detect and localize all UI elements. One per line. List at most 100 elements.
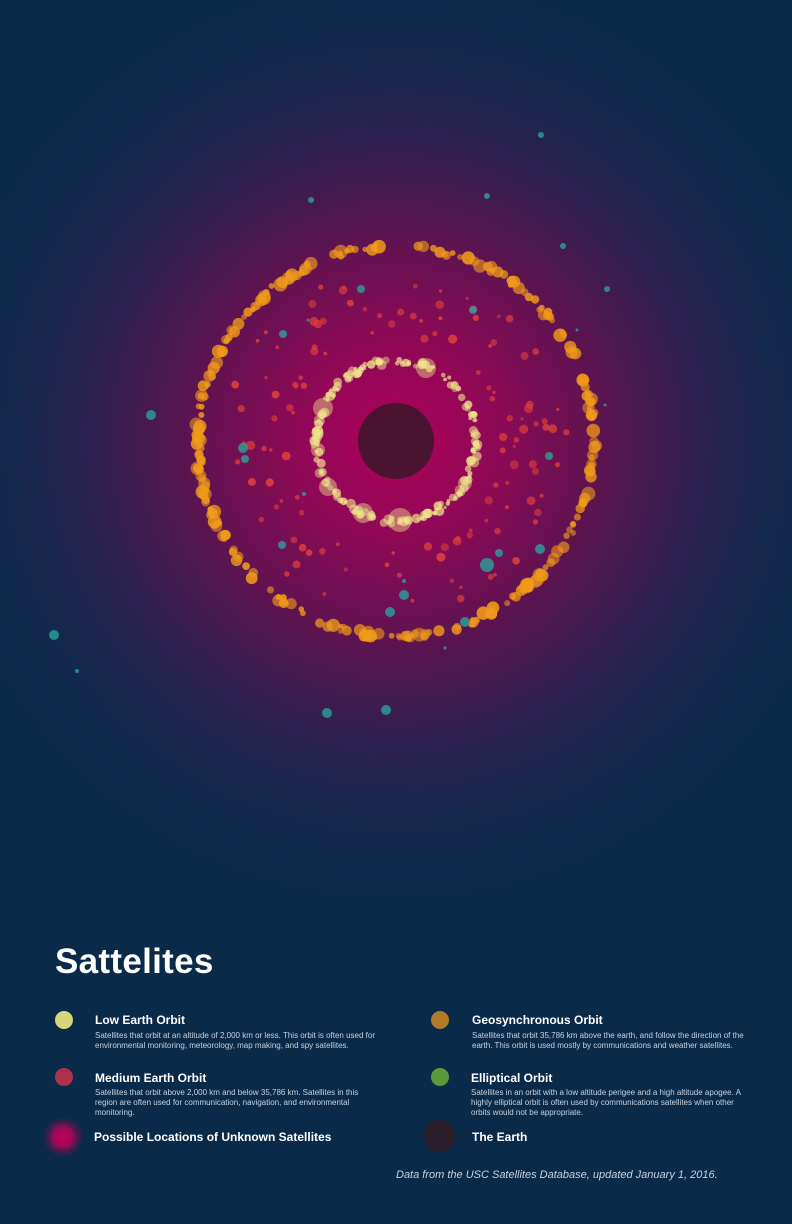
geo-satellite: [485, 607, 498, 620]
meo-satellite: [519, 424, 529, 434]
meo-satellite: [505, 505, 509, 510]
elliptical-satellite: [322, 708, 332, 718]
meo-satellite: [412, 283, 418, 289]
leo-satellite: [353, 503, 373, 523]
geo-satellite: [329, 249, 339, 259]
meo-satellite: [432, 331, 438, 337]
legend-label-unknown: Possible Locations of Unknown Satellites: [94, 1130, 332, 1144]
geo-satellite: [292, 270, 302, 281]
geo-satellite: [216, 345, 228, 357]
meo-satellite: [377, 313, 383, 319]
geo-satellite: [412, 627, 427, 642]
leo-satellite: [454, 491, 461, 499]
leo-satellite: [358, 366, 363, 371]
geo-satellite: [220, 530, 231, 541]
meo-satellite: [548, 424, 558, 434]
geo-satellite: [499, 270, 509, 279]
geo-satellite: [586, 397, 596, 407]
meo-satellite: [494, 528, 501, 535]
geo-satellite: [262, 289, 270, 296]
leo-satellite: [346, 498, 356, 509]
meo-satellite: [286, 404, 294, 412]
leo-satellite: [375, 357, 384, 366]
legend-label-earth: The Earth: [472, 1130, 528, 1144]
elliptical-satellite: [469, 306, 477, 314]
meo-satellite: [505, 314, 514, 323]
meo-swatch: [55, 1068, 73, 1086]
meo-satellite: [258, 516, 265, 523]
geo-satellite: [557, 541, 570, 554]
geo-satellite: [366, 243, 379, 256]
geo-satellite: [468, 617, 479, 628]
meo-satellite: [438, 316, 443, 321]
leo-satellite: [468, 426, 478, 435]
geo-satellite: [566, 526, 573, 534]
elliptical-satellite: [279, 330, 287, 338]
meo-satellite: [496, 314, 501, 319]
geo-satellite: [242, 562, 251, 570]
geo-satellite: [226, 325, 237, 336]
geo-satellite: [362, 625, 375, 639]
meo-satellite: [310, 347, 319, 356]
elliptical-satellite: [49, 630, 59, 640]
meo-satellite: [475, 370, 481, 375]
geo-satellite: [565, 346, 578, 359]
geo-satellite: [196, 455, 206, 465]
meo-satellite: [269, 448, 273, 452]
elliptical-satellite: [146, 410, 156, 420]
meo-satellite: [532, 348, 539, 355]
geo-satellite: [255, 294, 268, 307]
meo-satellite: [466, 532, 473, 539]
geo-satellite: [197, 392, 205, 400]
meo-satellite: [435, 300, 445, 310]
meo-satellite: [456, 594, 465, 603]
geo-satellite: [530, 295, 540, 304]
leo-satellite: [312, 426, 319, 434]
meo-satellite: [255, 338, 260, 343]
leo-satellite: [379, 518, 388, 527]
legend-label-leo: Low Earth Orbit: [95, 1013, 185, 1027]
leo-satellite: [440, 372, 446, 378]
meo-satellite: [235, 459, 241, 465]
geo-satellite: [285, 598, 297, 610]
meo-satellite: [420, 334, 429, 343]
meo-satellite: [539, 493, 544, 498]
meo-satellite: [512, 444, 517, 448]
elliptical-satellite: [560, 243, 566, 249]
meo-satellite: [520, 417, 524, 421]
meo-satellite: [490, 339, 498, 346]
leo-satellite: [345, 370, 354, 379]
geo-satellite: [433, 625, 445, 637]
geo-satellite: [461, 251, 475, 265]
meo-satellite: [370, 331, 374, 335]
geo-satellite: [216, 520, 223, 526]
meo-satellite: [391, 551, 395, 555]
meo-satellite: [541, 418, 548, 425]
elliptical-satellite: [443, 646, 447, 650]
geo-satellite: [195, 403, 202, 410]
meo-satellite: [298, 543, 307, 552]
meo-satellite: [487, 574, 494, 580]
leo-satellite: [433, 511, 438, 516]
meo-satellite: [292, 560, 301, 569]
meo-satellite: [247, 477, 256, 486]
geo-satellite: [250, 306, 256, 312]
meo-satellite: [532, 519, 539, 525]
elliptical-satellite: [385, 607, 395, 617]
elliptical-satellite: [545, 452, 553, 460]
elliptical-satellite: [302, 492, 306, 496]
leo-swatch: [55, 1011, 73, 1029]
meo-satellite: [526, 496, 536, 506]
geo-satellite: [273, 277, 288, 292]
geo-satellite: [326, 618, 340, 632]
geo-satellite: [536, 306, 543, 313]
leo-satellite: [353, 366, 358, 371]
meo-satellite: [290, 536, 298, 544]
legend-label-geo: Geosynchronous Orbit: [472, 1013, 603, 1027]
geo-satellite: [341, 625, 352, 636]
leo-satellite: [325, 391, 332, 398]
meo-satellite: [472, 314, 479, 321]
meo-satellite: [397, 308, 405, 316]
geo-satellite: [300, 610, 306, 617]
leo-satellite: [471, 411, 477, 417]
